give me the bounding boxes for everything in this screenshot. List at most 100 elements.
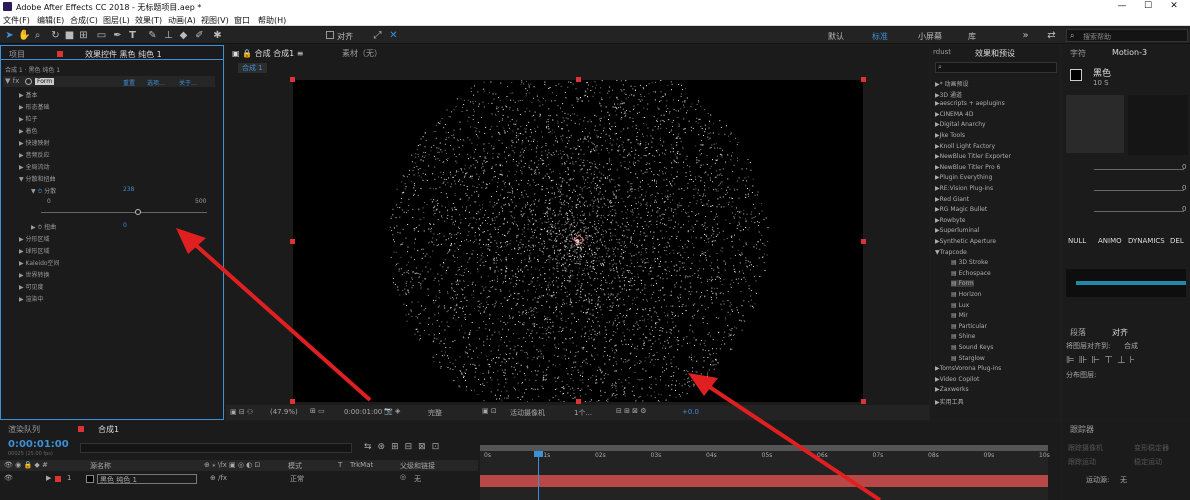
twist-value[interactable]: 0 xyxy=(123,222,127,229)
pen-tool-icon[interactable]: ✒ xyxy=(112,30,123,41)
disperse-value[interactable]: 238 xyxy=(123,186,134,193)
view-layout-select[interactable]: 1个... xyxy=(574,408,592,418)
col-t[interactable]: T xyxy=(338,461,342,469)
viewer-options-icon[interactable]: ⊟ ⊞ ⊠ ⚙ xyxy=(616,407,647,415)
effect-category[interactable]: ▶Rowbyte xyxy=(935,217,966,224)
effect-item[interactable]: ▤ Echospace xyxy=(951,270,991,277)
grid-icon[interactable]: ⊞ ▭ xyxy=(310,407,325,415)
timeline-switch-icons[interactable]: ⇆⊛⊞⊟⊠⊡ xyxy=(364,442,445,452)
handle-tc[interactable] xyxy=(576,77,581,82)
camera-tool-icon[interactable]: ■ xyxy=(64,30,75,41)
track-camera-button[interactable]: 跟踪摄像机 xyxy=(1068,443,1103,453)
effect-category[interactable]: ▶NewBlue Titler Pro 6 xyxy=(935,164,1000,171)
effect-category[interactable]: ▶Zaxwerks xyxy=(935,386,969,393)
rectangle-tool-icon[interactable]: ▭ xyxy=(96,30,107,41)
disperse-slider-track[interactable] xyxy=(41,212,207,213)
tree-item-7[interactable]: ▶ 分形区域 xyxy=(19,234,50,243)
layer-row[interactable]: 👁 ▶ 1 黑色 纯色 1 ⊕ /fx 正常 ◎ 无 xyxy=(0,473,478,485)
col-parent[interactable]: 父级和链接 xyxy=(400,461,435,471)
effect-category[interactable]: ▼Trapcode xyxy=(935,249,967,256)
layer-mode-select[interactable]: 正常 xyxy=(290,474,304,484)
handle-tr[interactable] xyxy=(861,77,866,82)
col-source-name[interactable]: 源名称 xyxy=(90,461,111,471)
tab-rdust[interactable]: rdust xyxy=(933,48,951,56)
minimize-button[interactable]: — xyxy=(1110,0,1134,13)
help-search-box[interactable]: ⌕ 搜索帮助 xyxy=(1066,29,1188,42)
menu-effect[interactable]: 效果(T) xyxy=(135,15,162,26)
parent-pickwhip-icon[interactable]: ◎ xyxy=(400,473,406,481)
handle-tl[interactable] xyxy=(290,77,295,82)
align-to-select[interactable]: 合成 xyxy=(1124,341,1138,351)
effect-item[interactable]: ▤ Lux xyxy=(951,302,969,309)
current-time[interactable]: 0:00:01:00 xyxy=(344,408,382,416)
tree-item-4[interactable]: ▶ 快速映射 xyxy=(19,138,50,147)
camera-select[interactable]: 活动摄像机 xyxy=(510,408,545,418)
tab-motion[interactable]: Motion-3 xyxy=(1112,48,1147,57)
track-motion-button[interactable]: 跟踪运动 xyxy=(1068,457,1096,467)
pan-behind-tool-icon[interactable]: ⊞ xyxy=(78,30,89,41)
motion-delete-button[interactable]: DEL xyxy=(1170,237,1184,245)
motion-grid[interactable] xyxy=(1128,95,1188,155)
snap-option-icon[interactable]: ⤢ xyxy=(372,30,383,41)
tree-item-0[interactable]: ▶ 基本 xyxy=(19,90,38,99)
puppet-tool-icon[interactable]: ✱ xyxy=(212,30,223,41)
effect-category[interactable]: ▶实用工具 xyxy=(935,397,964,406)
tree-item-3[interactable]: ▶ 着色 xyxy=(19,126,38,135)
composition-canvas[interactable] xyxy=(293,80,863,403)
maximize-button[interactable]: ☐ xyxy=(1136,0,1160,13)
effect-item[interactable]: ▤ Shine xyxy=(951,333,975,340)
tree-item-6[interactable]: ▶ 全局流动 xyxy=(19,162,50,171)
snapshot-icon[interactable]: 📷 ◈ xyxy=(384,407,400,415)
effect-category[interactable]: ▶3D 通道 xyxy=(935,90,962,99)
fx-options-link[interactable]: 选项... xyxy=(147,78,165,87)
timeline-timecode[interactable]: 0:00:01:00 xyxy=(8,439,69,450)
effect-category[interactable]: ▶Digital Anarchy xyxy=(935,121,986,128)
motion-null-button[interactable]: NULL xyxy=(1068,237,1086,245)
hand-tool-icon[interactable]: ✋ xyxy=(18,30,30,41)
zoom-tool-icon[interactable]: ⌕ xyxy=(32,30,43,41)
slider-1[interactable] xyxy=(1094,169,1184,170)
effect-item[interactable]: ▤ Horizon xyxy=(951,291,982,298)
effect-item[interactable]: ▤ Form xyxy=(951,280,974,288)
workspace-default[interactable]: 默认 xyxy=(828,31,844,42)
effect-category[interactable]: ▶TomsVorona Plug-ins xyxy=(935,365,1001,372)
workspace-small-screen[interactable]: 小屏幕 xyxy=(918,31,942,42)
tree-item-10[interactable]: ▶ 世界转换 xyxy=(19,270,50,279)
effect-category[interactable]: ▶RG Magic Bullet xyxy=(935,206,987,213)
layer-name[interactable]: 黑色 纯色 1 xyxy=(97,474,197,484)
region-icon[interactable]: ▣ ⊡ xyxy=(482,407,497,415)
effect-category[interactable]: ▶Video Copilot xyxy=(935,376,979,383)
snap-align-icon[interactable]: ✕ xyxy=(388,30,399,41)
handle-mr[interactable] xyxy=(861,239,866,244)
tree-item-disperse[interactable]: ▼ 分散和扭曲 xyxy=(19,174,56,183)
tree-item-11[interactable]: ▶ 可见度 xyxy=(19,282,44,291)
effect-category[interactable]: ▶Jke Tools xyxy=(935,132,965,139)
layer-expand-icon[interactable]: ▶ xyxy=(46,474,51,482)
workspace-standard[interactable]: 标准 xyxy=(872,31,888,42)
effect-item[interactable]: ▤ 3D Stroke xyxy=(951,259,988,266)
stabilize-motion-button[interactable]: 稳定运动 xyxy=(1134,457,1162,467)
tab-render-queue[interactable]: 渲染队列 xyxy=(8,424,40,435)
time-ruler[interactable]: 0s 01s 02s 03s 04s 05s 06s 07s 08s 09s 10s xyxy=(480,452,1050,462)
slider-3[interactable] xyxy=(1094,211,1184,212)
layer-visibility-icon[interactable]: 👁 xyxy=(4,474,13,482)
effect-item[interactable]: ▤ Sound Keys xyxy=(951,344,993,351)
layer-color-label[interactable] xyxy=(55,476,61,482)
layer-fx-switch[interactable]: ⊕ /fx xyxy=(210,474,227,482)
effect-category[interactable]: ▶Knoll Light Factory xyxy=(935,143,995,150)
effect-category[interactable]: ▶CINEMA 4D xyxy=(935,111,973,118)
menu-window[interactable]: 窗口 xyxy=(234,15,250,26)
tree-item-9[interactable]: ▶ Kaleido空间 xyxy=(19,258,60,267)
layer-bar[interactable] xyxy=(480,475,1048,487)
timeline-search-input[interactable] xyxy=(80,443,352,453)
effect-category[interactable]: ▶* 动画预设 xyxy=(935,79,969,88)
clone-stamp-tool-icon[interactable]: ⊥ xyxy=(163,30,174,41)
fx-about-link[interactable]: 关于... xyxy=(179,78,197,87)
motion-source-select[interactable]: 无 xyxy=(1120,475,1127,485)
tab-composition[interactable]: ▣ 🔒 合成 合成1 ≡ xyxy=(232,48,304,59)
handle-ml[interactable] xyxy=(290,239,295,244)
effect-category[interactable]: ▶Superluminal xyxy=(935,227,979,234)
disperse-slider-thumb[interactable] xyxy=(135,209,141,215)
effect-category[interactable]: ▶Red Giant xyxy=(935,196,969,203)
menu-animation[interactable]: 动画(A) xyxy=(168,15,196,26)
